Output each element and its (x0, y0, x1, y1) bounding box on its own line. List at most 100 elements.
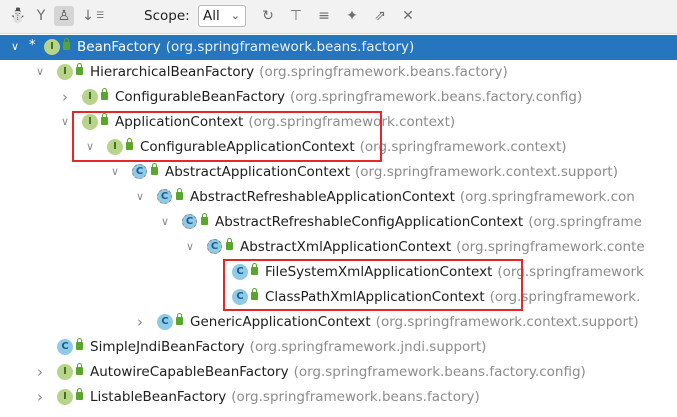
type-name: ListableBeanFactory (90, 389, 227, 405)
public-lock-icon (151, 163, 158, 175)
tree-item-label: AbstractXmlApplicationContext (org.spring… (240, 239, 645, 255)
class-icon: C (157, 189, 172, 204)
tree-item-label: ClassPathXmlApplicationContext (org.sprin… (265, 289, 640, 305)
tree-row[interactable]: ∨ I ConfigurableApplicationContext (org.spr… (0, 135, 677, 160)
type-name: BeanFactory (77, 39, 161, 55)
tree-row[interactable]: C ClassPathXmlApplicationContext (org.spri… (0, 285, 677, 310)
public-lock-icon (76, 63, 83, 75)
public-lock-icon (76, 363, 83, 375)
package-name: (org.springframework.context.support) (375, 314, 639, 330)
public-lock-icon (101, 113, 108, 125)
public-lock-icon (176, 188, 183, 200)
public-lock-icon (63, 38, 70, 50)
tree-row[interactable]: › I ConfigurableBeanFactory (org.springfram… (0, 85, 677, 110)
export-icon[interactable]: ⇗ (370, 6, 390, 26)
package-name: (org.springframework.context) (359, 139, 567, 155)
tree-row[interactable]: ∨ C AbstractRefreshableConfigApplicationCo… (0, 210, 677, 235)
tree-item-label: FileSystemXmlApplicationContext (org.spri… (265, 264, 644, 280)
public-lock-icon (101, 88, 108, 100)
sort-az-icon: ☰ (95, 11, 105, 21)
chevron-down-icon[interactable]: ∨ (8, 39, 22, 55)
type-name: AbstractXmlApplicationContext (240, 239, 452, 255)
package-name: (org.springframework. (489, 289, 641, 305)
chevron-right-icon[interactable]: › (33, 364, 47, 380)
package-name: (org.springframe (528, 214, 642, 230)
package-name: (org.springframework.beans.factory) (259, 64, 508, 80)
scope-dropdown[interactable]: All ⌄ (198, 5, 246, 27)
package-name: (org.springframework.jndi.support) (249, 339, 487, 355)
public-lock-icon (76, 388, 83, 400)
type-name: ConfigurableApplicationContext (140, 139, 355, 155)
package-name: (org.springframework.beans.factory) (165, 39, 415, 55)
tree-row[interactable]: ∨ I HierarchicalBeanFactory (org.springfram… (0, 60, 677, 85)
close-icon[interactable]: ✕ (398, 6, 418, 26)
tree-row[interactable]: ∨ C AbstractXmlApplicationContext (org.spri… (0, 235, 677, 260)
tree-row[interactable]: ∨ * I BeanFactory (org.springframework.beans… (0, 35, 677, 60)
hierarchy-toolbar: ⛄ Y ♙ ↓ ☰ Scope: All ⌄ ↻ ⊤ ≡ ✦ ⇗ ✕ (0, 0, 677, 34)
focus-star-icon: * (29, 38, 36, 53)
tree-item-label: HierarchicalBeanFactory (org.springframew… (90, 64, 508, 80)
interface-icon: I (82, 114, 98, 130)
tree-item-label: GenericApplicationContext (org.springfram… (190, 314, 639, 330)
class-icon: C (132, 164, 147, 179)
tree-item-label: ConfigurableBeanFactory (org.springframew… (115, 89, 582, 105)
package-name: (org.springframework.con (459, 189, 635, 205)
chevron-down-icon[interactable]: ∨ (108, 164, 122, 180)
public-lock-icon (226, 238, 233, 250)
package-name: (org.springframework.conte (456, 239, 645, 255)
person-tree-icon[interactable]: ⛄ (8, 6, 28, 26)
tree-row[interactable]: › I AutowireCapableBeanFactory (org.springf… (0, 360, 677, 385)
public-lock-icon (76, 338, 83, 350)
tree-row[interactable]: C FileSystemXmlApplicationContext (org.spr… (0, 260, 677, 285)
chevron-right-icon[interactable]: › (33, 389, 47, 405)
chevron-down-icon[interactable]: ∨ (33, 64, 47, 80)
class-icon: C (57, 339, 73, 355)
person-icon[interactable]: ♙ (54, 6, 74, 26)
class-icon: C (182, 214, 197, 229)
collapse-icon[interactable]: ≡ (314, 6, 334, 26)
tree-row[interactable]: › C GenericApplicationContext (org.springfr… (0, 310, 677, 335)
refresh-icon[interactable]: ↻ (258, 6, 278, 26)
tree-item-label: AbstractRefreshableApplicationContext (or… (190, 189, 635, 205)
interface-icon: I (57, 64, 73, 80)
chevron-down-icon: ⌄ (230, 9, 240, 22)
tree-row[interactable]: ∨ I ApplicationContext (org.springframework… (0, 110, 677, 135)
tree-item-label: ApplicationContext (org.springframework.c… (115, 114, 455, 130)
public-lock-icon (251, 288, 258, 300)
type-name: ApplicationContext (115, 114, 244, 130)
public-lock-icon (201, 213, 208, 225)
class-icon: C (232, 289, 248, 305)
tree-row[interactable]: C SimpleJndiBeanFactory (org.springframewo… (0, 335, 677, 360)
chevron-down-icon[interactable]: ∨ (158, 214, 172, 230)
pin-icon[interactable]: ✦ (342, 6, 362, 26)
filter-icon[interactable]: Y (31, 6, 51, 26)
package-name: (org.springframework (497, 264, 644, 280)
scope-label: Scope: (144, 8, 190, 24)
package-name: (org.springframework.context.support) (355, 164, 618, 180)
chevron-down-icon[interactable]: ∨ (133, 189, 147, 205)
tree-item-label: AbstractApplicationContext (org.springfra… (165, 164, 618, 180)
interface-icon: I (82, 89, 98, 105)
chevron-right-icon[interactable]: › (58, 89, 72, 105)
tree-row[interactable]: › I ListableBeanFactory (org.springframewor… (0, 385, 677, 410)
chevron-down-icon[interactable]: ∨ (183, 239, 197, 255)
chevron-down-icon[interactable]: ∨ (58, 114, 72, 130)
tree-row[interactable]: ∨ C AbstractRefreshableApplicationContext(… (0, 185, 677, 210)
scope-selected-value: All (203, 8, 220, 24)
type-name: ConfigurableBeanFactory (115, 89, 286, 105)
package-name: (org.springframework.context) (248, 114, 456, 130)
tree-row[interactable]: ∨ C AbstractApplicationContext (org.springf… (0, 160, 677, 185)
class-icon: C (232, 264, 248, 280)
type-name: GenericApplicationContext (190, 314, 371, 330)
package-name: (org.springframework.beans.factory.confi… (290, 89, 583, 105)
public-lock-icon (126, 138, 133, 150)
public-lock-icon (176, 313, 183, 325)
chevron-right-icon[interactable]: › (133, 314, 147, 330)
type-name: HierarchicalBeanFactory (90, 64, 255, 80)
type-name: FileSystemXmlApplicationContext (265, 264, 493, 280)
expand-icon[interactable]: ⊤ (286, 6, 306, 26)
tree-item-label: ConfigurableApplicationContext (org.sprin… (140, 139, 567, 155)
type-name: AbstractRefreshableConfigApplicationCont… (215, 214, 524, 230)
chevron-down-icon[interactable]: ∨ (83, 139, 97, 155)
type-name: SimpleJndiBeanFactory (90, 339, 245, 355)
